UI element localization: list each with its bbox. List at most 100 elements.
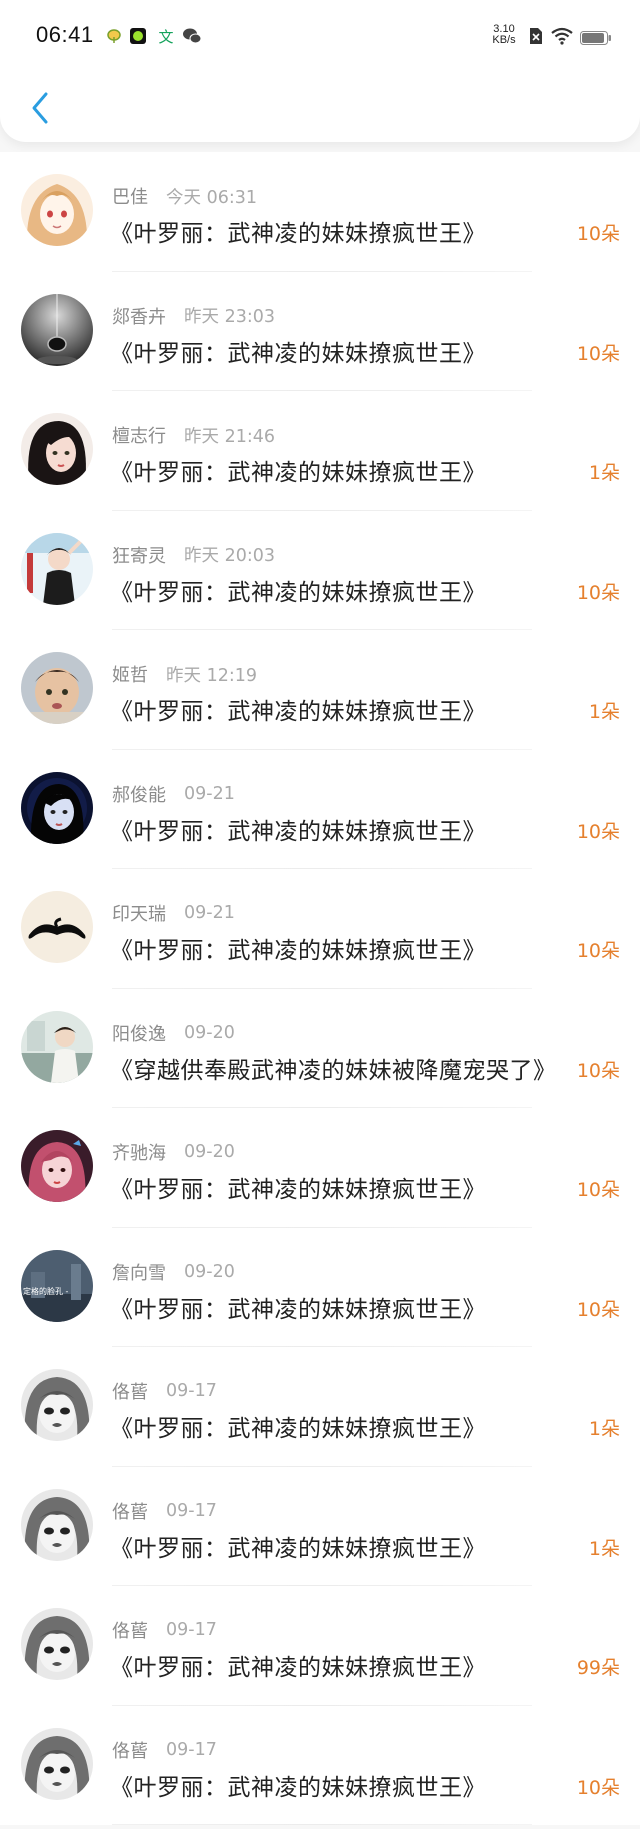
gift-amount: 10朵 [576, 1179, 620, 1201]
name-line: 佫蒈 09-17 [112, 1736, 217, 1764]
gift-amount: 10朵 [576, 1059, 620, 1082]
list-item[interactable]: 姬哲 昨天 12:19 《叶罗丽：武神凌的妹妹撩疯世王》 1朵 [0, 630, 640, 750]
name-line: 詹向雪 09-20 [112, 1258, 235, 1286]
name-line: 巴佳 今天 06:31 [112, 182, 257, 210]
avatar[interactable]: 定格的脸孔 - [21, 1249, 93, 1322]
list-item[interactable]: 阳俊逸 09-20 《穿越供奉殿武神凌的妹妹被降魔宠哭了》 10朵 [0, 988, 640, 1108]
gift-amount: 10朵 [576, 1298, 620, 1321]
avatar[interactable] [21, 891, 93, 963]
gift-time: 09-20 [184, 1022, 235, 1043]
gift-amount: 10朵 [576, 342, 620, 365]
book-title: 《叶罗丽：武神凌的妹妹撩疯世王》 [110, 221, 486, 247]
user-name: 佫蒈 [112, 1501, 148, 1523]
avatar[interactable] [21, 1130, 93, 1202]
gift-time: 昨天 20:03 [184, 546, 275, 566]
gift-amount: 1朵 [588, 462, 620, 484]
user-name: 詹向雪 [112, 1262, 166, 1284]
gift-time: 昨天 21:46 [184, 426, 275, 447]
user-name: 佫蒈 [112, 1740, 148, 1762]
status-time: 06:41 [36, 22, 94, 47]
name-line: 佫蒈 09-17 [112, 1497, 217, 1525]
gift-time: 09-20 [184, 1261, 235, 1282]
name-line: 檀志行 昨天 21:46 [112, 421, 275, 449]
list-item[interactable]: 佫蒈 09-17 《叶罗丽：武神凌的妹妹撩疯世王》 10朵 [0, 1705, 640, 1825]
list-item[interactable]: 佫蒈 09-17 《叶罗丽：武神凌的妹妹撩疯世王》 1朵 [0, 1466, 640, 1586]
name-line: 郝俊能 09-21 [112, 780, 235, 808]
name-line: 狂寄灵 昨天 20:03 [112, 541, 275, 569]
book-title: 《叶罗丽：武神凌的妹妹撩疯世王》 [110, 699, 486, 725]
list-item[interactable]: 佫蒈 09-17 《叶罗丽：武神凌的妹妹撩疯世王》 1朵 [0, 1347, 640, 1467]
book-title: 《叶罗丽：武神凌的妹妹撩疯世王》 [110, 1535, 486, 1562]
avatar[interactable] [21, 1369, 93, 1441]
gift-amount: 1朵 [588, 701, 620, 723]
user-name: 齐驰海 [112, 1143, 166, 1164]
list-item[interactable]: 定格的脸孔 - 詹向雪 09-20 《叶罗丽：武神凌的妹妹撩疯世王》 10朵 [0, 1227, 640, 1347]
header-card: 06:41 文 3.10 KB/s [0, 0, 640, 142]
status-bar: 06:41 文 3.10 KB/s [0, 0, 640, 76]
list-item[interactable]: 齐驰海 09-20 《叶罗丽：武神凌的妹妹撩疯世王》 10朵 [0, 1108, 640, 1228]
gift-time: 09-17 [166, 1500, 217, 1521]
name-line: 印天瑞 09-21 [112, 899, 235, 927]
avatar[interactable] [21, 771, 93, 844]
book-title: 《叶罗丽：武神凌的妹妹撩疯世王》 [110, 1655, 486, 1681]
gift-amount: 1朵 [588, 1537, 620, 1560]
book-title: 《叶罗丽：武神凌的妹妹撩疯世王》 [110, 938, 486, 964]
gift-amount: 10朵 [576, 940, 620, 962]
avatar[interactable] [21, 174, 93, 246]
name-line: 阳俊逸 09-20 [112, 1019, 235, 1047]
user-name: 印天瑞 [112, 904, 166, 925]
gift-time: 09-17 [166, 1381, 217, 1401]
user-name: 佫蒈 [112, 1621, 148, 1642]
avatar[interactable] [21, 1608, 93, 1680]
battery-icon [580, 30, 612, 49]
gift-amount: 10朵 [576, 1776, 620, 1799]
book-title: 《叶罗丽：武神凌的妹妹撩疯世王》 [110, 1177, 486, 1203]
book-title: 《叶罗丽：武神凌的妹妹撩疯世王》 [110, 1296, 486, 1323]
divider [112, 1824, 532, 1825]
wechat-icon [182, 26, 202, 46]
gift-time: 09-21 [184, 903, 235, 923]
network-speed-unit: KB/s [492, 34, 516, 46]
gift-time: 昨天 12:19 [166, 665, 257, 686]
avatar[interactable] [21, 1727, 93, 1800]
gift-amount: 10朵 [576, 223, 620, 245]
list-item[interactable]: 郝俊能 09-21 《叶罗丽：武神凌的妹妹撩疯世王》 10朵 [0, 749, 640, 869]
user-name: 佫蒈 [112, 1382, 148, 1403]
avatar[interactable] [21, 293, 93, 366]
user-name: 狂寄灵 [112, 545, 166, 567]
avatar[interactable] [21, 413, 93, 485]
name-line: 郯香卉 昨天 23:03 [112, 302, 275, 330]
list-item[interactable]: 巴佳 今天 06:31 《叶罗丽：武神凌的妹妹撩疯世王》 10朵 [0, 152, 640, 272]
gift-amount: 10朵 [576, 581, 620, 604]
list-item[interactable]: 佫蒈 09-17 《叶罗丽：武神凌的妹妹撩疯世王》 99朵 [0, 1586, 640, 1706]
gift-time: 昨天 23:03 [184, 307, 275, 327]
list-item[interactable]: 印天瑞 09-21 《叶罗丽：武神凌的妹妹撩疯世王》 10朵 [0, 869, 640, 989]
list-item[interactable]: 檀志行 昨天 21:46 《叶罗丽：武神凌的妹妹撩疯世王》 1朵 [0, 391, 640, 511]
back-button[interactable] [20, 88, 60, 128]
user-name: 郝俊能 [112, 784, 166, 806]
avatar[interactable] [21, 1488, 93, 1561]
book-title: 《叶罗丽：武神凌的妹妹撩疯世王》 [110, 1416, 486, 1442]
user-name: 姬哲 [112, 665, 148, 686]
user-name: 巴佳 [112, 187, 148, 208]
user-name: 檀志行 [112, 426, 166, 447]
user-name: 郯香卉 [112, 306, 166, 328]
avatar[interactable] [21, 1010, 93, 1083]
list-item[interactable]: 郯香卉 昨天 23:03 《叶罗丽：武神凌的妹妹撩疯世王》 10朵 [0, 271, 640, 391]
name-line: 齐驰海 09-20 [112, 1138, 235, 1166]
chevron-left-icon [32, 92, 48, 124]
avatar[interactable] [21, 532, 93, 605]
wen-app-icon: 文 [158, 27, 174, 46]
gift-amount: 99朵 [576, 1657, 620, 1679]
list-item[interactable]: 狂寄灵 昨天 20:03 《叶罗丽：武神凌的妹妹撩疯世王》 10朵 [0, 510, 640, 630]
book-title: 《叶罗丽：武神凌的妹妹撩疯世王》 [110, 818, 486, 845]
avatar-caption: 定格的脸孔 - [23, 1286, 69, 1296]
gift-time: 09-17 [166, 1620, 217, 1640]
green-square-app-icon [128, 26, 148, 46]
gift-record-list: 巴佳 今天 06:31 《叶罗丽：武神凌的妹妹撩疯世王》 10朵 郯香卉 昨天 23:03… [0, 152, 640, 1825]
wifi-icon [550, 27, 574, 49]
name-line: 佫蒈 09-17 [112, 1377, 217, 1405]
avatar[interactable] [21, 652, 93, 724]
name-line: 姬哲 昨天 12:19 [112, 660, 257, 688]
sim-off-icon [528, 26, 544, 50]
